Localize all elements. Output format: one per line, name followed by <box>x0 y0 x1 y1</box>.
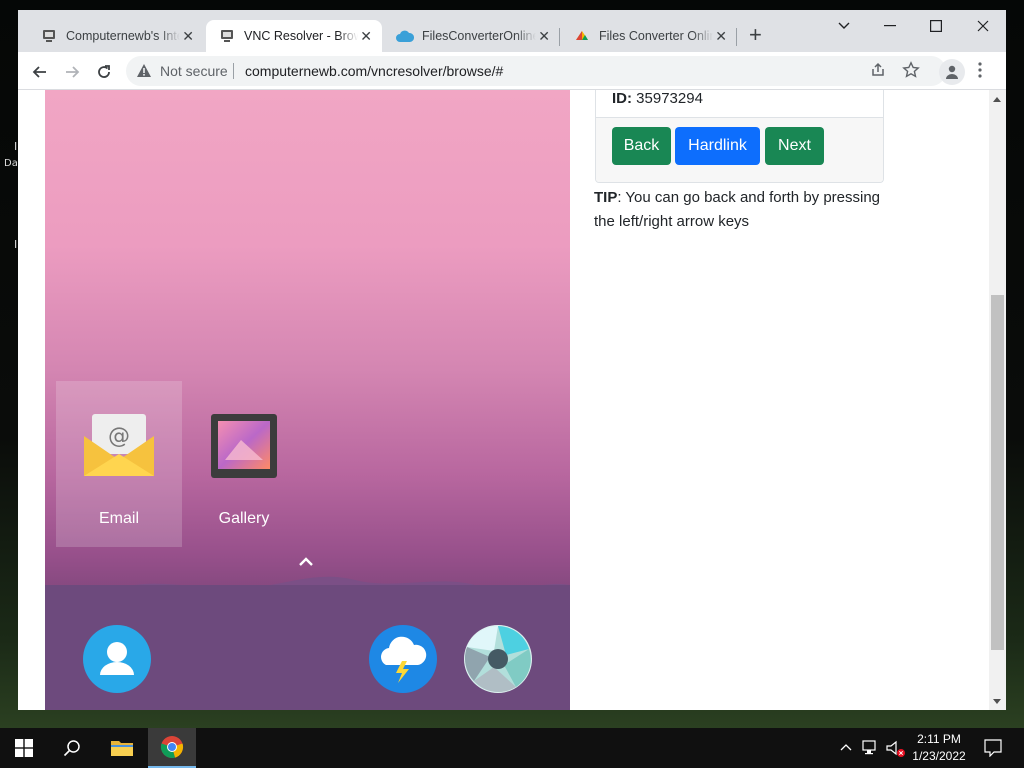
reload-icon <box>98 65 110 78</box>
tip-text: TIP: You can go back and forth by pressi… <box>594 186 894 234</box>
forward-nav-button[interactable] <box>58 58 86 86</box>
scroll-up-arrow-icon[interactable] <box>993 97 1001 102</box>
minimize-icon <box>884 25 896 27</box>
email-icon[interactable]: @ <box>82 410 156 483</box>
tab-files-converter-online[interactable]: Files Converter Online ✕ <box>561 20 737 52</box>
tab-close-icon[interactable]: ✕ <box>715 28 727 44</box>
maximize-button[interactable] <box>913 10 959 42</box>
card-body: ID: 35973294 <box>596 90 883 117</box>
tab-title: Computernewb's Internet <box>66 29 180 43</box>
url-text[interactable]: computernewb.com/vncresolver/browse/# <box>245 63 503 79</box>
gallery-app-label: Gallery <box>218 510 270 527</box>
person-icon <box>946 65 958 79</box>
chrome-icon <box>160 736 184 759</box>
reload-button[interactable] <box>90 58 118 86</box>
vnc-screenshot[interactable]: @ Email Gallery <box>45 90 570 710</box>
email-app-label: Email <box>98 510 139 527</box>
maximize-icon <box>930 20 942 32</box>
tip-label: TIP <box>594 189 618 206</box>
tab-title: FilesConverterOnline <box>422 29 536 43</box>
tab-title: VNC Resolver - Browse <box>244 29 358 43</box>
id-value: 35973294 <box>636 90 703 107</box>
taskbar-clock[interactable]: 2:11 PM 1/23/2022 <box>900 731 978 765</box>
profile-avatar[interactable] <box>939 59 965 85</box>
security-status[interactable]: Not secure <box>160 63 228 79</box>
next-button[interactable]: Next <box>765 127 824 165</box>
network-icon[interactable] <box>862 740 880 756</box>
clock-time: 2:11 PM <box>917 732 961 746</box>
vnc-resolver-favicon-icon <box>218 27 236 45</box>
omnibox-divider <box>233 63 234 79</box>
tab-close-icon[interactable]: ✕ <box>360 28 372 44</box>
taskbar: 2:11 PM 1/23/2022 <box>0 728 1024 768</box>
browser-toolbar: Not secure computernewb.com/vncresolver/… <box>18 52 1006 90</box>
weather-icon[interactable] <box>369 625 437 693</box>
result-card: ID: 35973294 Back Hardlink Next <box>595 90 884 183</box>
share-icon[interactable] <box>870 62 886 83</box>
tip-body: : You can go back and forth by pressing … <box>594 189 881 230</box>
windows-logo-icon <box>15 739 33 757</box>
bookmark-star-icon[interactable] <box>902 61 920 84</box>
search-icon <box>63 740 80 757</box>
notifications-icon[interactable] <box>984 739 1002 757</box>
hardlink-button[interactable]: Hardlink <box>675 127 760 165</box>
page-scrollbar[interactable] <box>989 90 1006 710</box>
tab-strip: Computernewb's Internet ✕ VNC Resolver -… <box>18 10 1006 52</box>
contacts-icon[interactable] <box>83 625 151 693</box>
back-nav-button[interactable] <box>26 58 54 86</box>
minimize-button[interactable] <box>867 10 913 42</box>
id-label: ID: <box>612 90 632 107</box>
cloud-favicon-icon <box>396 27 414 45</box>
tab-separator <box>559 28 560 46</box>
clock-date: 1/23/2022 <box>912 749 966 763</box>
file-explorer-button[interactable] <box>98 728 146 768</box>
more-vertical-icon <box>978 62 982 78</box>
tab-title: Files Converter Online <box>599 29 713 43</box>
tab-computernewb[interactable]: Computernewb's Internet ✕ <box>28 20 204 52</box>
camera-icon[interactable] <box>464 625 532 693</box>
tray-overflow-chevron-icon[interactable] <box>840 743 852 751</box>
start-button[interactable] <box>0 728 48 768</box>
arrow-right-icon <box>66 66 80 78</box>
arrow-left-icon <box>32 66 46 78</box>
scroll-thumb[interactable] <box>991 295 1004 650</box>
tab-filesconverteronline[interactable]: FilesConverterOnline ✕ <box>384 20 560 52</box>
page-viewport: @ Email Gallery ID: 35973294 Back Hardli… <box>18 90 1006 710</box>
tab-separator <box>736 28 737 46</box>
tab-search-button[interactable] <box>821 10 867 42</box>
chrome-taskbar-button[interactable] <box>148 728 196 768</box>
tab-close-icon[interactable]: ✕ <box>182 28 194 44</box>
chevron-down-icon <box>838 22 850 29</box>
back-button[interactable]: Back <box>612 127 671 165</box>
warning-triangle-icon[interactable] <box>136 63 152 83</box>
tab-close-icon[interactable]: ✕ <box>538 28 550 44</box>
svg-text:@: @ <box>108 424 130 449</box>
close-window-button[interactable] <box>960 10 1006 42</box>
address-bar[interactable]: Not secure computernewb.com/vncresolver/… <box>126 56 946 86</box>
card-footer: Back Hardlink Next <box>596 117 883 182</box>
scroll-down-arrow-icon[interactable] <box>993 699 1001 704</box>
computernewb-favicon-icon <box>40 27 58 45</box>
gallery-icon[interactable] <box>211 414 277 483</box>
close-icon <box>977 20 989 32</box>
new-tab-button[interactable]: + <box>749 24 762 46</box>
tab-vnc-resolver[interactable]: VNC Resolver - Browse ✕ <box>206 20 382 52</box>
taskbar-search-button[interactable] <box>48 728 96 768</box>
browser-window: Computernewb's Internet ✕ VNC Resolver -… <box>18 10 1006 710</box>
folder-icon <box>111 741 133 756</box>
files-converter-favicon-icon <box>573 27 591 45</box>
browser-menu-button[interactable] <box>978 62 982 83</box>
